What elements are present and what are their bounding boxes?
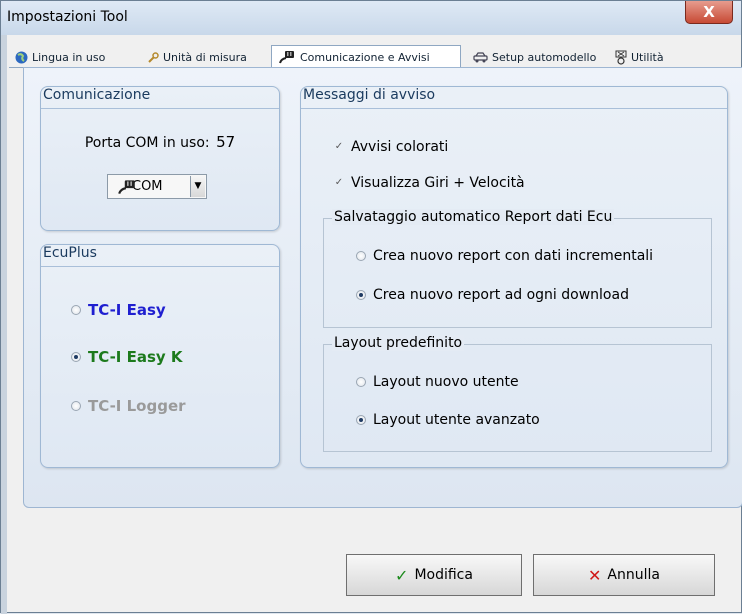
- close-button[interactable]: X: [685, 1, 733, 24]
- cross-icon: ✕: [588, 565, 602, 585]
- salvataggio-group: Salvataggio automatico Report dati Ecu C…: [323, 209, 712, 328]
- car-icon: [473, 52, 488, 63]
- radio-label: TC-I Logger: [88, 397, 186, 415]
- tab-comunicazione[interactable]: Comunicazione e Avvisi: [271, 45, 461, 68]
- window-title: Impostazioni Tool: [7, 9, 128, 25]
- settings-window: Impostazioni Tool X Lingua in uso Unità …: [0, 0, 742, 614]
- checkbox-label: Avvisi colorati: [351, 139, 449, 155]
- radio-layout-nuovo[interactable]: Layout nuovo utente: [356, 374, 519, 390]
- radio-layout-avanzato[interactable]: Layout utente avanzato: [356, 412, 540, 428]
- radio-tci-easy-k[interactable]: TC-I Easy K: [71, 348, 183, 366]
- radio-label: Crea nuovo report con dati incrementali: [373, 248, 654, 264]
- tab-setup[interactable]: Setup automodello: [467, 48, 603, 67]
- messaggi-panel: Messaggi di avviso ✓ Avvisi colorati ✓ V…: [300, 86, 728, 468]
- com-port-label: Porta COM in uso:: [84, 135, 210, 151]
- title-bar[interactable]: Impostazioni Tool X: [1, 1, 741, 35]
- com-port-value: 57: [216, 133, 236, 151]
- tab-label: Setup automodello: [492, 51, 597, 64]
- radio-report-download[interactable]: Crea nuovo report ad ogni download: [356, 287, 629, 303]
- radio-button[interactable]: [356, 251, 366, 261]
- layout-group: Layout predefinito Layout nuovo utente L…: [323, 335, 712, 452]
- modifica-button[interactable]: ✓ Modifica: [346, 554, 522, 596]
- connector-icon: [279, 51, 294, 64]
- checkbox-label: Visualizza Giri + Velocità: [351, 175, 525, 191]
- comunicazione-panel: Comunicazione Porta COM in uso: 57 COM ▼: [40, 86, 280, 231]
- annulla-button[interactable]: ✕ Annulla: [533, 554, 715, 596]
- tab-label: Comunicazione e Avvisi: [300, 50, 430, 64]
- tab-label: Unità di misura: [163, 51, 247, 64]
- radio-button[interactable]: [71, 305, 81, 315]
- tab-strip: Lingua in uso Unità di misura Comunicazi…: [9, 45, 735, 68]
- radio-tci-easy[interactable]: TC-I Easy: [71, 301, 166, 319]
- checkmark-icon[interactable]: ✓: [334, 178, 344, 188]
- tab-unita[interactable]: Unità di misura: [141, 48, 265, 67]
- radio-label: Layout utente avanzato: [373, 412, 540, 428]
- tab-utilita[interactable]: Utilità: [609, 48, 689, 67]
- com-select[interactable]: COM ▼: [107, 174, 207, 199]
- checkbox-avvisi-colorati[interactable]: ✓ Avvisi colorati: [334, 139, 449, 155]
- dropdown-arrow-icon[interactable]: ▼: [190, 176, 205, 197]
- radio-button-selected[interactable]: [356, 290, 366, 300]
- com-port-line: Porta COM in uso: 57: [41, 133, 279, 151]
- ecuplus-panel: EcuPlus TC-I Easy TC-I Easy K TC-I Logge…: [40, 244, 280, 468]
- radio-label: TC-I Easy K: [88, 348, 183, 366]
- checkbox-giri-velocita[interactable]: ✓ Visualizza Giri + Velocità: [334, 175, 525, 191]
- button-label: Annulla: [607, 567, 660, 583]
- check-icon: ✓: [395, 565, 409, 585]
- radio-button-selected[interactable]: [71, 352, 81, 362]
- wrench-icon: [148, 51, 159, 63]
- radio-report-incrementali[interactable]: Crea nuovo report con dati incrementali: [356, 248, 653, 264]
- radio-label: Crea nuovo report ad ogni download: [373, 287, 629, 303]
- tab-content: Comunicazione Porta COM in uso: 57 COM ▼…: [23, 67, 742, 508]
- panel-title: EcuPlus: [41, 245, 279, 267]
- group-title: Salvataggio automatico Report dati Ecu: [332, 209, 615, 225]
- button-label: Modifica: [414, 567, 473, 583]
- connector-icon: [118, 180, 135, 195]
- checkmark-icon[interactable]: ✓: [334, 142, 344, 152]
- panel-title: Comunicazione: [41, 87, 279, 109]
- radio-button[interactable]: [356, 377, 366, 387]
- panel-title: Messaggi di avviso: [301, 87, 727, 109]
- tools-icon: [615, 50, 627, 65]
- tab-label: Utilità: [631, 51, 664, 64]
- tab-lingua[interactable]: Lingua in uso: [9, 48, 129, 67]
- radio-tci-logger[interactable]: TC-I Logger: [71, 397, 186, 415]
- globe-icon: [15, 51, 28, 64]
- tab-label: Lingua in uso: [32, 51, 106, 64]
- radio-label: TC-I Easy: [88, 301, 166, 319]
- radio-button[interactable]: [71, 401, 81, 411]
- window-left-border: [1, 35, 7, 614]
- group-title: Layout predefinito: [332, 335, 465, 351]
- radio-button-selected[interactable]: [356, 415, 366, 425]
- radio-label: Layout nuovo utente: [373, 374, 519, 390]
